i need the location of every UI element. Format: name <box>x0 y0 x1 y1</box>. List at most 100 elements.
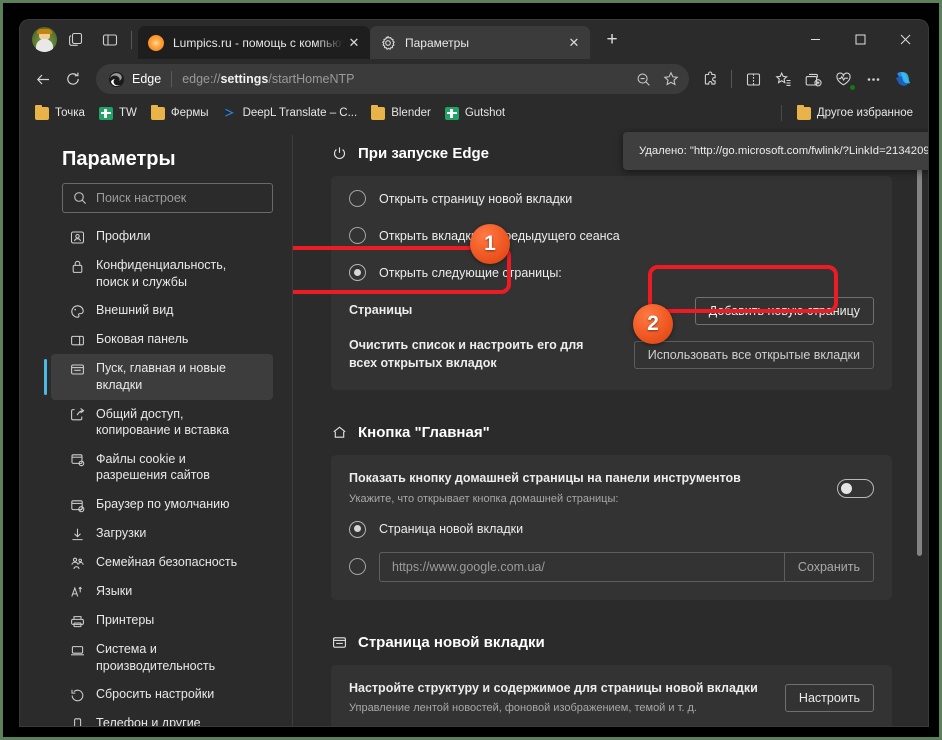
close-window-button[interactable] <box>883 20 928 59</box>
other-favorites-button[interactable]: Другое избранное <box>790 104 920 123</box>
bookmark-item[interactable]: Точка <box>28 104 92 123</box>
bookmark-item[interactable]: DeepL Translate – С... <box>216 104 365 123</box>
add-new-page-button[interactable]: Добавить новую страницу <box>694 297 874 325</box>
sidebar-item-default-browser[interactable]: Браузер по умолчанию <box>51 490 273 519</box>
tab-actions-icon[interactable] <box>61 26 91 54</box>
system-icon <box>69 642 85 658</box>
sidebar-item-label: Общий доступ, копирование и вставка <box>96 406 230 438</box>
sidebar-item-label: Принтеры <box>96 613 155 627</box>
more-options-icon[interactable] <box>858 64 888 94</box>
search-input[interactable] <box>96 191 262 205</box>
folder-icon <box>150 104 165 120</box>
bookmark-label: Фермы <box>170 107 209 119</box>
newtab-heading-label: Страница новой вкладки <box>358 633 545 651</box>
back-arrow-icon[interactable] <box>28 64 58 94</box>
page-scrollbar[interactable] <box>914 127 925 726</box>
sidebar-item-label: Файлы cookie и разрешения сайтов <box>96 451 210 483</box>
sheets-icon <box>98 106 113 120</box>
browser-essentials-icon[interactable] <box>828 64 858 94</box>
gear-icon <box>380 35 396 51</box>
tab-settings[interactable]: Параметры ✕ <box>370 26 590 59</box>
annotation-badge-1: 1 <box>470 224 510 264</box>
lock-icon <box>69 258 85 274</box>
startup-option-previous-session[interactable]: Открыть вкладки из предыдущего сеанса <box>331 217 892 254</box>
search-settings-box[interactable] <box>62 183 273 213</box>
new-tab-button[interactable]: + <box>598 26 626 54</box>
save-home-url-button[interactable]: Сохранить <box>784 551 874 582</box>
bookmarks-bar: Точка TW Фермы DeepL Translate – С... Bl… <box>20 99 928 127</box>
address-bar[interactable]: Edge edge://settings/startHomeNTP <box>96 64 689 94</box>
radio-button[interactable] <box>349 264 366 281</box>
split-pane-icon[interactable] <box>95 26 125 54</box>
split-screen-icon[interactable] <box>738 64 768 94</box>
scrollbar-thumb[interactable] <box>917 136 922 556</box>
radio-button[interactable] <box>349 520 366 538</box>
startup-option-new-tab[interactable]: Открыть страницу новой вкладки <box>331 180 892 217</box>
sidebar-item-sidebar[interactable]: Боковая панель <box>51 325 273 354</box>
sidebar-item-privacy[interactable]: Конфиденциальность, поиск и службы <box>51 251 273 296</box>
url-bold: settings <box>220 72 269 86</box>
favorites-list-icon[interactable] <box>768 64 798 94</box>
reload-icon[interactable] <box>58 64 88 94</box>
home-option-new-tab[interactable]: Страница новой вкладки <box>331 509 892 544</box>
collections-icon[interactable] <box>798 64 828 94</box>
bookmark-item[interactable]: Blender <box>364 104 438 123</box>
home-url-input[interactable] <box>379 551 785 582</box>
radio-button[interactable] <box>349 558 366 576</box>
copilot-icon[interactable] <box>888 64 918 94</box>
profile-icon <box>69 229 85 245</box>
sidebar-item-share[interactable]: Общий доступ, копирование и вставка <box>51 400 273 445</box>
close-icon[interactable]: ✕ <box>344 33 364 53</box>
sheets-icon <box>444 106 459 120</box>
language-icon <box>69 584 85 600</box>
show-home-toggle[interactable] <box>837 478 874 498</box>
sidebar-item-label: Пуск, главная и новые вкладки <box>96 361 226 392</box>
sidebar-item-label: Профили <box>96 229 151 243</box>
maximize-button[interactable] <box>838 20 883 59</box>
bookmark-item[interactable]: TW <box>92 104 144 123</box>
settings-nav-list: Профили Конфиденциальность, поиск и служ… <box>20 222 293 726</box>
orange-circle-icon <box>148 34 164 51</box>
use-all-open-tabs-button[interactable]: Использовать все открытые вкладки <box>633 340 874 369</box>
tabstrip-divider <box>131 30 132 49</box>
close-icon[interactable]: ✕ <box>564 33 584 53</box>
sidebar-item-system[interactable]: Система и производительность <box>51 635 273 680</box>
power-icon <box>331 145 348 162</box>
radio-button[interactable] <box>349 190 366 207</box>
tab-strip: Lumpics.ru - помощь с компьютером ✕ Пара… <box>20 20 928 59</box>
configure-button[interactable]: Настроить <box>784 684 874 713</box>
sidebar-item-label: Сбросить настройки <box>96 687 215 702</box>
bookmark-item[interactable]: Gutshot <box>438 104 512 123</box>
sidebar-item-appearance[interactable]: Внешний вид <box>51 296 273 325</box>
other-favorites-label: Другое избранное <box>816 107 913 119</box>
sidebar-item-reset[interactable]: Сбросить настройки <box>51 680 273 709</box>
sidebar-item-phone[interactable]: Телефон и другие устройства <box>51 709 273 726</box>
startup-heading-label: При запуске Edge <box>358 145 489 162</box>
extensions-icon[interactable] <box>695 64 725 94</box>
minimize-button[interactable] <box>793 20 838 59</box>
startup-option-specific-pages[interactable]: Открыть следующие страницы: <box>331 254 892 291</box>
deepl-icon <box>223 107 237 120</box>
start-home-icon <box>69 361 85 377</box>
sidebar-item-printers[interactable]: Принтеры <box>51 606 273 635</box>
radio-button[interactable] <box>349 227 366 244</box>
home-sub-label: Укажите, что открывает кнопка домашней с… <box>349 492 619 505</box>
sidebar-item-start-home[interactable]: Пуск, главная и новые вкладки <box>44 354 273 400</box>
sidebar-item-family[interactable]: Семейная безопасность <box>51 548 273 577</box>
sidebar-item-downloads[interactable]: Загрузки <box>51 519 273 548</box>
bookmarks-divider <box>780 105 782 121</box>
zoom-out-icon[interactable] <box>629 66 657 92</box>
star-icon[interactable] <box>657 66 685 92</box>
startup-card: Открыть страницу новой вкладки Открыть в… <box>331 176 892 390</box>
bookmark-item[interactable]: Фермы <box>144 104 216 123</box>
sidebar-item-languages[interactable]: Языки <box>51 577 273 606</box>
tab-lumpics[interactable]: Lumpics.ru - помощь с компьютером ✕ <box>138 26 370 59</box>
sidebar-item-cookies[interactable]: Файлы cookie и разрешения сайтов <box>51 445 273 490</box>
profile-avatar[interactable] <box>32 27 57 52</box>
bookmark-label: Gutshot <box>464 107 506 119</box>
home-url-row: Сохранить <box>331 544 892 596</box>
pages-row: Страницы Добавить новую страницу <box>331 291 892 331</box>
sidebar-item-label: Система и производительность <box>96 642 216 673</box>
toolbar-divider <box>731 70 732 88</box>
sidebar-item-profiles[interactable]: Профили <box>51 222 273 251</box>
